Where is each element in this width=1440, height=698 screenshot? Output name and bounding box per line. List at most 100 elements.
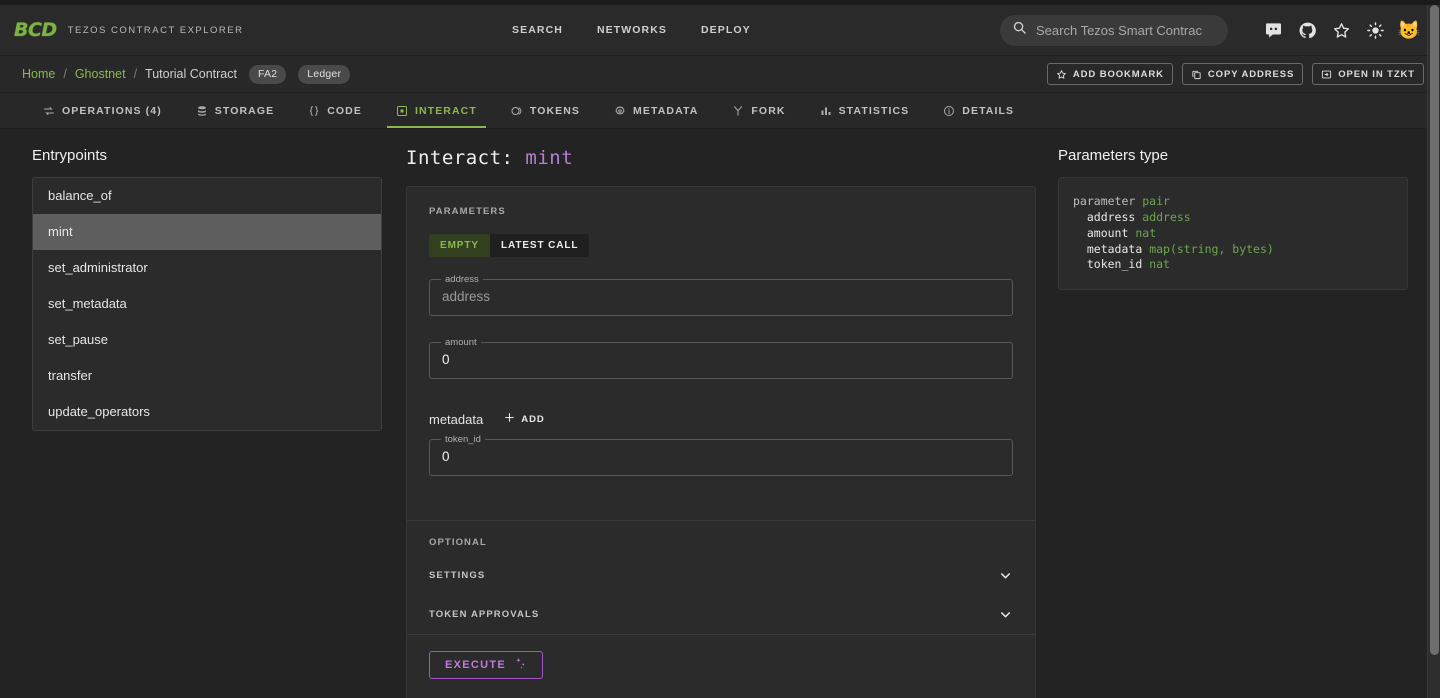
- entrypoint-balance-of[interactable]: balance_of: [33, 178, 381, 214]
- execute-button[interactable]: EXECUTE: [429, 651, 544, 679]
- type-line: metadata map(string, bytes): [1086, 241, 1274, 256]
- optional-label: OPTIONAL: [429, 537, 487, 548]
- entrypoint-label: set_metadata: [48, 296, 127, 311]
- type-line: address address: [1086, 209, 1191, 224]
- parameters-type-title: Parameters type: [1058, 147, 1169, 164]
- entrypoint-update-operators[interactable]: update_operators: [33, 394, 381, 430]
- discord-icon[interactable]: [1256, 13, 1290, 47]
- breadcrumb-separator: /: [133, 67, 138, 81]
- page-body: Entrypoints balance_of mint set_administ…: [0, 129, 1440, 698]
- metadata-row: metadata ADD: [429, 409, 1013, 429]
- tab-interact[interactable]: INTERACT: [379, 93, 494, 128]
- global-search[interactable]: [1000, 14, 1228, 46]
- field-address: address: [429, 275, 1013, 316]
- star-icon[interactable]: [1324, 13, 1358, 47]
- gear-icon: [614, 105, 626, 117]
- tab-statistics-label: STATISTICS: [838, 104, 910, 117]
- tab-metadata[interactable]: METADATA: [597, 93, 715, 128]
- entrypoint-transfer[interactable]: transfer: [33, 358, 381, 394]
- interact-panel: Interact: mint PARAMETERS EMPTY LATEST C…: [382, 147, 1058, 698]
- tab-metadata-label: METADATA: [633, 104, 699, 117]
- interact-heading-prefix: Interact:: [406, 147, 514, 169]
- nav-deploy[interactable]: DEPLOY: [701, 24, 751, 36]
- entrypoint-set-pause[interactable]: set_pause: [33, 322, 381, 358]
- sun-theme-icon[interactable]: [1358, 13, 1392, 47]
- entrypoints-title: Entrypoints: [32, 147, 108, 164]
- copy-icon: [1191, 69, 1202, 80]
- tab-code[interactable]: CODE: [291, 93, 379, 128]
- breadcrumb: Home / Ghostnet / Tutorial Contract FA2 …: [22, 64, 351, 84]
- nav-search[interactable]: SEARCH: [512, 24, 563, 36]
- accordion-token-approvals[interactable]: TOKEN APPROVALS: [407, 595, 1035, 634]
- breadcrumb-home[interactable]: Home: [22, 67, 55, 81]
- chip-fa2[interactable]: FA2: [248, 64, 287, 84]
- breadcrumb-separator: /: [63, 67, 67, 81]
- entrypoint-label: update_operators: [48, 404, 150, 419]
- avatar-glyph: 😺: [1397, 20, 1421, 40]
- entrypoint-label: set_pause: [48, 332, 108, 347]
- contract-actions: ADD BOOKMARK COPY ADDRESS OPEN IN TZKT: [1046, 63, 1424, 85]
- copy-address-button[interactable]: COPY ADDRESS: [1181, 63, 1304, 85]
- metadata-add-label: ADD: [521, 413, 545, 425]
- tab-storage[interactable]: STORAGE: [179, 93, 291, 128]
- type-line: token_id nat: [1086, 257, 1170, 272]
- fork-icon: [732, 105, 744, 117]
- field-token-id: token_id: [429, 435, 1013, 476]
- tab-tokens[interactable]: TOKENS: [494, 93, 597, 128]
- tab-details-label: DETAILS: [962, 104, 1015, 117]
- type-line: amount nat: [1086, 225, 1157, 240]
- metadata-add-button[interactable]: ADD: [500, 409, 548, 429]
- chevron-down-icon: [998, 568, 1013, 583]
- page-scrollbar[interactable]: [1427, 5, 1440, 698]
- address-input[interactable]: [429, 278, 1013, 314]
- token-id-input[interactable]: [429, 438, 1013, 474]
- transfer-arrows-icon: [43, 105, 55, 117]
- parameters-type-code: parameter pair address address amount na…: [1058, 177, 1408, 291]
- open-in-tzkt-label: OPEN IN TZKT: [1338, 68, 1415, 80]
- bcd-logo: BCD: [14, 19, 57, 41]
- entrypoint-label: mint: [48, 224, 73, 239]
- parameters-label: PARAMETERS: [429, 206, 506, 217]
- interact-heading: Interact: mint: [406, 147, 1036, 169]
- brand-tagline: TEZOS CONTRACT EXPLORER: [67, 24, 244, 36]
- tab-statistics[interactable]: STATISTICS: [803, 93, 927, 128]
- star-icon: [1056, 69, 1067, 80]
- add-bookmark-button[interactable]: ADD BOOKMARK: [1046, 63, 1173, 85]
- entrypoints-panel: Entrypoints balance_of mint set_administ…: [16, 147, 382, 698]
- entrypoints-list: balance_of mint set_administrator set_me…: [32, 177, 382, 431]
- accordion-token-approvals-label: TOKEN APPROVALS: [429, 609, 540, 620]
- parameters-section: PARAMETERS EMPTY LATEST CALL address add…: [407, 187, 1035, 520]
- app-header: BCD TEZOS CONTRACT EXPLORER SEARCH NETWO…: [0, 5, 1440, 56]
- toggle-empty[interactable]: EMPTY: [429, 234, 490, 257]
- tab-details[interactable]: DETAILS: [926, 93, 1031, 128]
- scrollbar-thumb[interactable]: [1430, 5, 1439, 655]
- type-line: parameter pair: [1073, 194, 1170, 208]
- open-in-tzkt-button[interactable]: OPEN IN TZKT: [1312, 63, 1424, 85]
- breadcrumb-bar: Home / Ghostnet / Tutorial Contract FA2 …: [0, 56, 1440, 93]
- tab-operations[interactable]: OPERATIONS (4): [26, 93, 179, 128]
- search-input[interactable]: [1036, 22, 1216, 38]
- entrypoint-label: balance_of: [48, 188, 112, 203]
- database-icon: [196, 105, 208, 117]
- accordion-settings[interactable]: SETTINGS: [407, 556, 1035, 595]
- header-right-cluster: 😺: [1000, 13, 1426, 47]
- toggle-latest-call[interactable]: LATEST CALL: [489, 234, 590, 257]
- entrypoint-set-administrator[interactable]: set_administrator: [33, 250, 381, 286]
- chip-ledger[interactable]: Ledger: [298, 64, 351, 84]
- nav-networks[interactable]: NETWORKS: [597, 24, 667, 36]
- parameters-type-panel: Parameters type parameter pair address a…: [1058, 147, 1424, 698]
- entrypoint-mint[interactable]: mint: [33, 214, 381, 250]
- chevron-down-icon: [998, 607, 1013, 622]
- breadcrumb-network[interactable]: Ghostnet: [75, 67, 126, 81]
- tab-interact-label: INTERACT: [414, 104, 477, 117]
- brand[interactable]: BCD TEZOS CONTRACT EXPLORER: [14, 19, 244, 41]
- amount-input[interactable]: [429, 341, 1013, 377]
- cat-crown-avatar[interactable]: 😺: [1392, 13, 1426, 47]
- info-circle-icon: [943, 105, 955, 117]
- tab-fork[interactable]: FORK: [715, 93, 802, 128]
- entrypoint-label: transfer: [48, 368, 93, 383]
- github-icon[interactable]: [1290, 13, 1324, 47]
- entrypoint-set-metadata[interactable]: set_metadata: [33, 286, 381, 322]
- optional-accordions: SETTINGS TOKEN APPROVALS: [407, 548, 1035, 634]
- tab-storage-label: STORAGE: [214, 104, 275, 117]
